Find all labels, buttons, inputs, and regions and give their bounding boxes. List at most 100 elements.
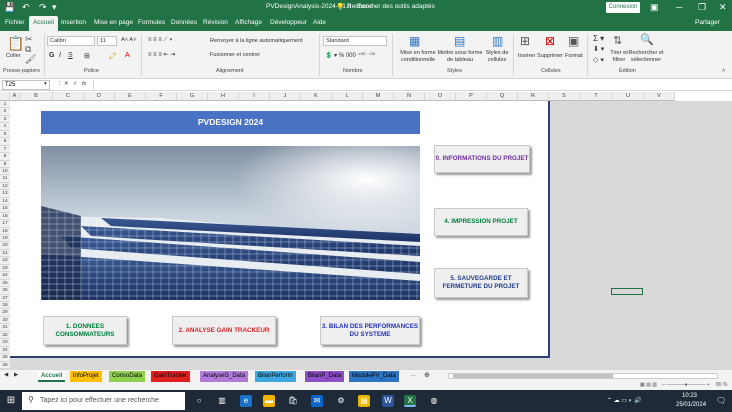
column-header[interactable]: M (363, 92, 394, 101)
sort-filter-icon[interactable]: ⇅ (613, 34, 622, 47)
cell-styles-icon[interactable]: ▥ (492, 34, 503, 48)
row-header[interactable]: 25 (0, 279, 10, 288)
column-header[interactable]: L (332, 92, 363, 101)
column-header[interactable]: T (580, 92, 613, 101)
font-size-select[interactable]: 11 (97, 36, 117, 46)
scrollbar-thumb[interactable] (453, 374, 613, 378)
row-header[interactable]: 33 (0, 339, 10, 347)
row-header[interactable]: 26 (0, 287, 10, 295)
tab-mise-en-page[interactable]: Mise en page (94, 19, 133, 26)
column-header[interactable]: S (549, 92, 580, 101)
table-format-button[interactable]: Mettre sous forme de tableau (436, 50, 484, 63)
mail-icon[interactable]: ✉ (311, 395, 323, 407)
task-view-icon[interactable]: ○ (193, 395, 205, 407)
row-header[interactable]: 28 (0, 302, 10, 310)
tab-formules[interactable]: Formules (138, 19, 165, 26)
customize-qat-icon[interactable]: ▾ (52, 2, 57, 13)
column-header[interactable]: H (208, 92, 239, 101)
print-project-button[interactable]: 4. IMPRESSION PROJET (434, 208, 528, 236)
tab-affichage[interactable]: Affichage (235, 19, 262, 26)
column-header[interactable]: C (53, 92, 84, 101)
italic-icon[interactable]: I (59, 52, 61, 59)
row-header[interactable]: 27 (0, 294, 10, 302)
save-icon[interactable]: 💾 (4, 2, 15, 13)
maximize-icon[interactable]: ❐ (698, 2, 706, 13)
prev-sheet-icon[interactable]: ◀ (4, 372, 8, 378)
view-mode-icons[interactable]: ▦ ▤ ▥ (640, 382, 657, 388)
row-header[interactable]: 8 (0, 153, 10, 161)
find-select-icon[interactable]: 🔍 (640, 33, 654, 46)
number-format-icons[interactable]: 💲 ▾ % 000 ⁺⁰⁰ ⁻⁰⁰ (325, 52, 375, 59)
align-top-icons[interactable]: ≡ ≡ ≡ ⟋ ▾ (148, 37, 172, 44)
row-header[interactable]: 35 (0, 354, 10, 362)
save-close-button[interactable]: 5. SAUVEGARDE ET FERMETURE DU PROJET (434, 268, 528, 298)
clear-icon[interactable]: ◇ ▾ (593, 56, 604, 64)
column-header[interactable]: Q (487, 92, 518, 101)
widgets-icon[interactable]: ▥ (216, 395, 228, 407)
column-header[interactable]: B (20, 92, 53, 101)
confirm-entry-icon[interactable]: ✓ (73, 81, 78, 87)
tab-developpeur[interactable]: Développeur (270, 19, 307, 26)
row-header[interactable]: 23 (0, 264, 10, 273)
settings-icon[interactable]: ⚙ (335, 395, 347, 407)
more-sheets[interactable]: ... (411, 372, 416, 378)
row-header[interactable]: 10 (0, 168, 10, 176)
format-cells-button[interactable]: Format (565, 53, 583, 59)
tab-fichier[interactable]: Fichier (5, 19, 25, 26)
windows-start-icon[interactable]: ⊞ (5, 395, 17, 407)
font-name-select[interactable]: Calibri (47, 36, 95, 46)
sheet-tab[interactable]: AnalyseG_Data (200, 371, 249, 382)
project-info-button[interactable]: 0. INFORMATIONS DU PROJET (434, 145, 530, 173)
row-header[interactable]: 12 (0, 182, 10, 191)
bold-icon[interactable]: G (49, 52, 54, 59)
selected-cell-t25[interactable] (611, 288, 643, 295)
row-header[interactable]: 7 (0, 145, 10, 154)
sheet-tab[interactable]: ModulePV_Data (349, 371, 399, 382)
row-header[interactable]: 32 (0, 331, 10, 340)
sheet-tab[interactable]: GainTracker (151, 371, 190, 382)
autosum-icon[interactable]: Σ ▾ (593, 34, 604, 43)
cancel-entry-icon[interactable]: ✕ (64, 81, 69, 87)
insert-cells-icon[interactable]: ⊞ (520, 34, 530, 48)
app-icon[interactable]: ◍ (428, 395, 440, 407)
row-header[interactable]: 5 (0, 130, 10, 139)
row-header[interactable]: 24 (0, 272, 10, 280)
tab-revision[interactable]: Révision (203, 19, 228, 26)
row-header[interactable]: 21 (0, 249, 10, 258)
notifications-icon[interactable]: 🗨 (716, 396, 726, 405)
column-header[interactable]: N (394, 92, 425, 101)
row-header[interactable]: 29 (0, 309, 10, 317)
sheet-tab[interactable]: ConsoData (109, 371, 146, 382)
cell-styles-button[interactable]: Styles de cellules (484, 50, 510, 63)
edge-icon[interactable]: e (240, 395, 252, 407)
row-header[interactable]: 34 (0, 346, 10, 355)
sign-in-button[interactable]: Connexion (606, 2, 640, 13)
delete-cells-icon[interactable]: ⊠ (545, 34, 555, 48)
column-header[interactable]: G (177, 92, 208, 101)
minimize-icon[interactable]: ─ (676, 2, 682, 12)
paste-icon[interactable]: 📋 (7, 35, 24, 52)
row-header[interactable]: 9 (0, 160, 10, 168)
fill-color-icon[interactable]: 🖍 (108, 52, 117, 60)
tab-accueil[interactable]: Accueil (29, 16, 58, 31)
paste-label[interactable]: Coller (6, 53, 21, 59)
wrap-text-button[interactable]: Renvoyer à la ligne automatiquement (210, 38, 303, 44)
horizontal-scrollbar[interactable] (448, 373, 718, 379)
row-header[interactable]: 1 (0, 101, 10, 109)
select-all-corner[interactable] (0, 92, 10, 101)
tab-insertion[interactable]: Insertion (61, 19, 86, 26)
column-header[interactable]: D (84, 92, 115, 101)
column-header[interactable]: P (456, 92, 487, 101)
excel-icon[interactable]: X (404, 395, 416, 407)
merge-center-button[interactable]: Fusionner et centrer (210, 52, 260, 58)
row-header[interactable]: 6 (0, 138, 10, 146)
row-header[interactable]: 22 (0, 257, 10, 265)
undo-icon[interactable]: ↶ (22, 2, 30, 13)
insert-cells-button[interactable]: Insérer (518, 53, 535, 59)
row-header[interactable]: 20 (0, 242, 10, 250)
column-header[interactable]: I (239, 92, 270, 101)
row-header[interactable]: 2 (0, 108, 10, 116)
delete-cells-button[interactable]: Supprimer (537, 53, 563, 59)
font-color-icon[interactable]: A (125, 52, 130, 59)
row-header[interactable]: 13 (0, 190, 10, 198)
